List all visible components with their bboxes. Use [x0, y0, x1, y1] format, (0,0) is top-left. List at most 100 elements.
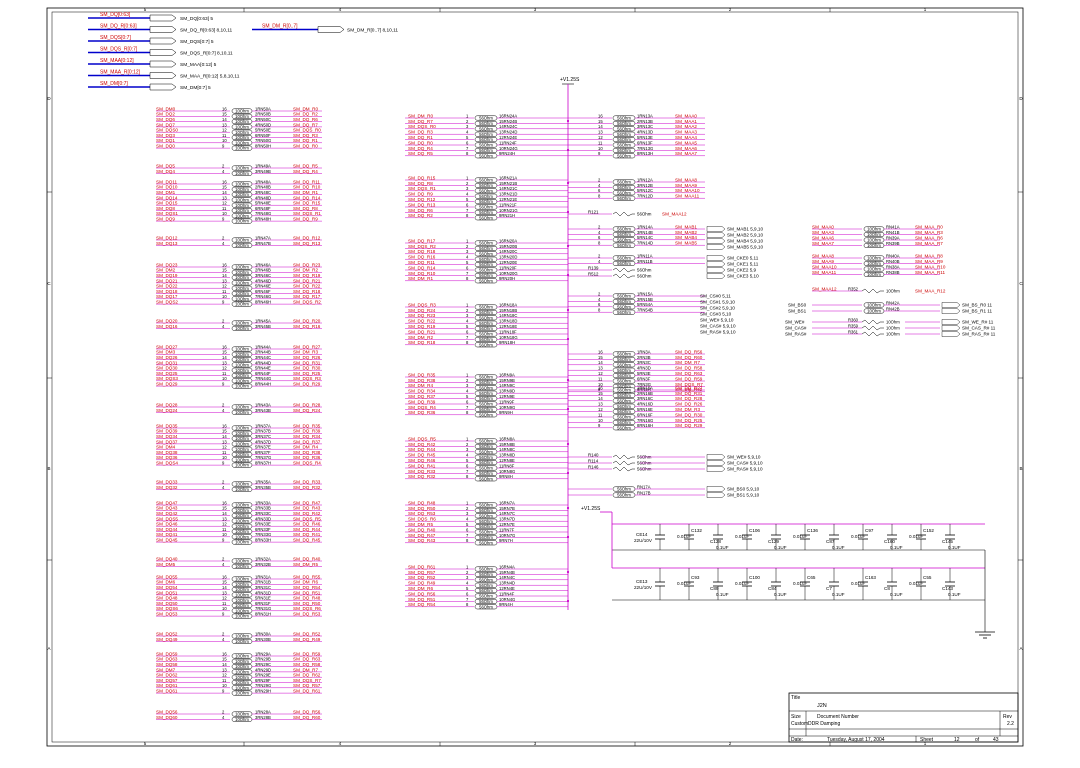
resistor-value: 56Ohm: [617, 304, 631, 309]
net-label: SM_DQS_R2: [293, 300, 321, 305]
ref-designator: R359: [848, 323, 859, 328]
resistor-zigzag: [612, 454, 635, 460]
pin-number: 8: [598, 241, 601, 246]
net-label: SM_DM_R4: [408, 383, 433, 388]
net-label: SM_DQ_R1: [293, 138, 318, 143]
pin-number: 15: [598, 355, 603, 360]
resistor-value: 10Ohm: [235, 213, 249, 218]
pin-number: 14: [222, 434, 227, 439]
cap-ref: C136: [807, 528, 818, 533]
pin-number: 6: [466, 399, 469, 404]
pin-number: 15: [222, 506, 227, 511]
ref-designator: 14RN24C: [499, 124, 517, 129]
resistor-value: 10Ohm: [235, 463, 249, 468]
net-label: SM_DQ7: [156, 122, 175, 127]
bus-net-label: SM_MAA_R[0:12] 5,8,10,11: [180, 74, 240, 80]
resistor-value: 10Ohm: [886, 326, 900, 331]
net-label: SM_DQ_R9: [293, 217, 318, 222]
ref-designator: 5RN13E: [637, 135, 653, 140]
ref-designator: 12RN21E: [499, 197, 517, 202]
junction-dot: [566, 599, 570, 603]
resistor-value: 10Ohm: [235, 357, 249, 362]
ref-designator: 11RN7F: [499, 527, 515, 532]
resistor-value: 10Ohm: [235, 503, 249, 508]
net-label: SM_DQ_R18: [408, 249, 436, 254]
resistor-value: 56Ohm: [479, 407, 493, 412]
net-label: SM_DQ_R30: [675, 412, 703, 417]
ref-designator: 13RN18D: [499, 319, 517, 324]
resistor-value: 10Ohm: [235, 529, 249, 534]
net-label: SM_DQ46: [156, 522, 178, 527]
net-label: SM_DQ10: [156, 185, 178, 190]
ref-designator: 1RN30A: [255, 631, 271, 636]
net-label: SM_DM_R3: [675, 407, 700, 412]
net-label: SM_MAA6: [675, 146, 697, 151]
junction-dot: [566, 210, 570, 214]
ref-designator: R352: [848, 286, 859, 291]
pin-number: 1: [466, 238, 469, 243]
resistor-value: 56Ohm: [617, 420, 631, 425]
net-label: SM_DQ_R16: [408, 255, 436, 260]
cap-value: 0.01uF: [735, 581, 749, 586]
resistor-value: 56Ohm: [479, 241, 493, 246]
pin-number: 2: [466, 442, 469, 447]
pin-number: 7: [466, 597, 469, 602]
cap-value: 0.01uF: [735, 534, 749, 539]
resistor-value: 56Ohm: [617, 143, 631, 148]
ref-designator: 7RN33G: [255, 532, 271, 537]
cap-ref: C143: [942, 586, 953, 591]
pin-number: 10: [598, 418, 603, 423]
net-label: SM_DM_R1: [293, 190, 318, 195]
resistor-value: 10Ohm: [235, 302, 249, 307]
resistor-value: 10Ohm: [235, 119, 249, 124]
ref-designator: 3RN12B: [637, 183, 653, 188]
net-label: SM_DQ_R50: [293, 601, 321, 606]
ref-designator: 16RN9A: [499, 372, 515, 377]
resistor-value: 10Ohm: [235, 457, 249, 462]
net-label: SM_DQS_R4: [408, 405, 436, 410]
resistor-value: 10Ohm: [867, 232, 881, 237]
resistor-value: 10Ohm: [235, 675, 249, 680]
ref-designator: 10RN8G: [499, 469, 515, 474]
ref-designator: 2RN29B: [255, 657, 271, 662]
net-label: SM_DQ_R61: [293, 689, 321, 694]
resistor-zigzag: [861, 331, 884, 337]
net-label: SM_MAA_R8: [915, 253, 943, 258]
rev-label: Rev: [1003, 714, 1012, 720]
resistor-value: 56Ohm: [479, 321, 493, 326]
resistor-value: 56Ohm: [479, 153, 493, 158]
ref-designator: 16RN21A: [499, 175, 517, 180]
pin-number: 3: [466, 383, 469, 388]
net-label: SM_DQ_R17: [408, 238, 436, 243]
ref-designator: 9RN9H: [499, 410, 513, 415]
output-connector: [706, 273, 726, 279]
net-label: SM_DQ4: [156, 169, 175, 174]
net-label: SM_MAA10: [812, 264, 837, 269]
ref-designator: 2RN33B: [255, 506, 271, 511]
pin-number: 6: [598, 302, 601, 307]
net-label: SM_DQ_R33: [293, 479, 321, 484]
resistor-value: 10Ohm: [235, 166, 249, 171]
pin-number: 11: [222, 450, 227, 455]
pin-number: 13: [222, 439, 227, 444]
resistor-value: 10Ohm: [235, 125, 249, 130]
pin-number: 4: [466, 130, 469, 135]
ref-designator: 14RN20C: [499, 249, 517, 254]
net-label: SM_DQ_R11: [408, 260, 435, 265]
net-label: SM_DM_R1: [408, 276, 433, 281]
net-label: SM_DQ_R23: [408, 313, 436, 318]
resistor-value: 10Ohm: [886, 289, 900, 294]
net-label: SM_DQ60: [156, 715, 178, 720]
net-label: SM_DQ15: [156, 201, 178, 206]
ref-designator: 1RN35A: [255, 479, 271, 484]
net-label: SM_DQ_R54: [293, 585, 321, 590]
resistor-value: 56Ohm: [617, 388, 631, 393]
net-label: SM_DQ25: [156, 371, 178, 376]
net-label: SM_DQ_R20: [293, 318, 321, 323]
ref-designator: 2RN16B: [637, 391, 653, 396]
resistor-value: 10Ohm: [235, 447, 249, 452]
ref-designator: 13RN7D: [499, 517, 515, 522]
pin-number: 5: [466, 324, 469, 329]
resistor-value: 10Ohm: [235, 670, 249, 675]
net-label: SM_DQ_R1: [408, 135, 433, 140]
